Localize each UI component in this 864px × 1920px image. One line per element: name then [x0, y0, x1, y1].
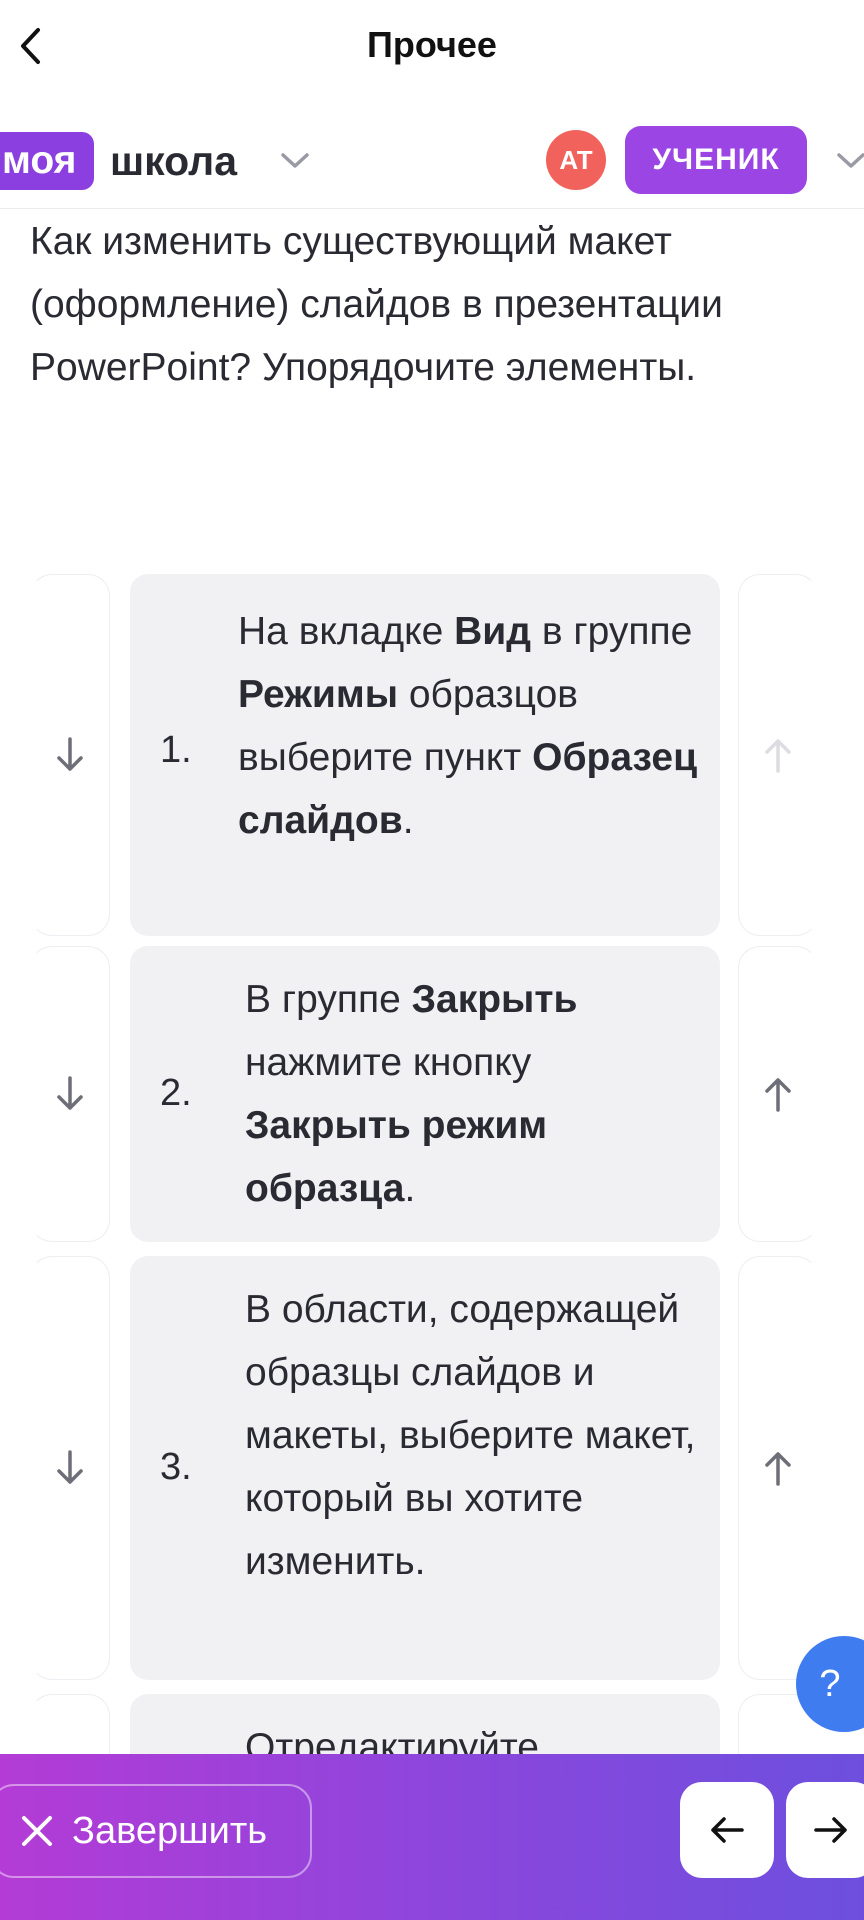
item-number: 3. — [160, 1446, 192, 1488]
finish-label: Завершить — [72, 1809, 268, 1852]
chevron-down-icon[interactable] — [836, 152, 864, 170]
move-down-button[interactable] — [30, 574, 110, 936]
arrow-up-icon — [765, 1452, 791, 1486]
order-card[interactable]: 2. В группе Закрыть нажмите кнопку Закры… — [130, 946, 720, 1242]
avatar[interactable]: АТ — [546, 130, 606, 190]
arrow-down-icon — [57, 737, 83, 771]
top-bar: Прочее — [0, 0, 864, 95]
item-text: В области, содержащей образцы слайдов и … — [245, 1288, 696, 1583]
list-item: 3. В области, содержащей образцы слайдов… — [0, 1256, 864, 1680]
page-title: Прочее — [367, 24, 497, 65]
item-number: 1. — [160, 729, 192, 771]
item-text: В группе Закрыть нажмите кнопку Закрыть … — [245, 978, 578, 1210]
question-text: Как изменить существующий макет (оформле… — [30, 220, 723, 389]
move-up-button[interactable] — [738, 574, 818, 936]
item-number: 2. — [160, 1072, 192, 1114]
chevron-down-icon[interactable] — [280, 152, 310, 170]
bottom-bar: Завершить — [0, 1754, 864, 1920]
logo-moya[interactable]: моя — [0, 132, 95, 190]
move-down-button[interactable] — [30, 946, 110, 1242]
list-item: 1. На вкладке Вид в группе Режимы образц… — [0, 574, 864, 936]
next-button[interactable] — [786, 1782, 864, 1878]
move-down-button[interactable] — [30, 1256, 110, 1680]
arrow-up-icon — [765, 1078, 791, 1112]
arrow-down-icon — [57, 1450, 83, 1484]
order-card[interactable]: 1. На вкладке Вид в группе Режимы образц… — [130, 574, 720, 936]
previous-button[interactable] — [680, 1782, 774, 1878]
arrow-down-icon — [57, 1076, 83, 1110]
move-up-button[interactable] — [738, 946, 818, 1242]
arrow-up-icon — [765, 739, 791, 773]
app-header: моя школа АТ УЧЕНИК — [0, 110, 864, 209]
item-text: На вкладке Вид в группе Режимы образцов … — [238, 610, 698, 842]
order-card[interactable]: 3. В области, содержащей образцы слайдов… — [130, 1256, 720, 1680]
arrow-right-icon — [814, 1817, 847, 1843]
role-badge[interactable]: УЧЕНИК — [625, 126, 807, 194]
logo-shkola[interactable]: школа — [110, 132, 237, 190]
arrow-left-icon — [711, 1817, 744, 1843]
close-icon — [2, 1814, 72, 1848]
list-item: 2. В группе Закрыть нажмите кнопку Закры… — [0, 946, 864, 1242]
move-up-button[interactable] — [738, 1256, 818, 1680]
finish-button[interactable]: Завершить — [0, 1784, 312, 1878]
